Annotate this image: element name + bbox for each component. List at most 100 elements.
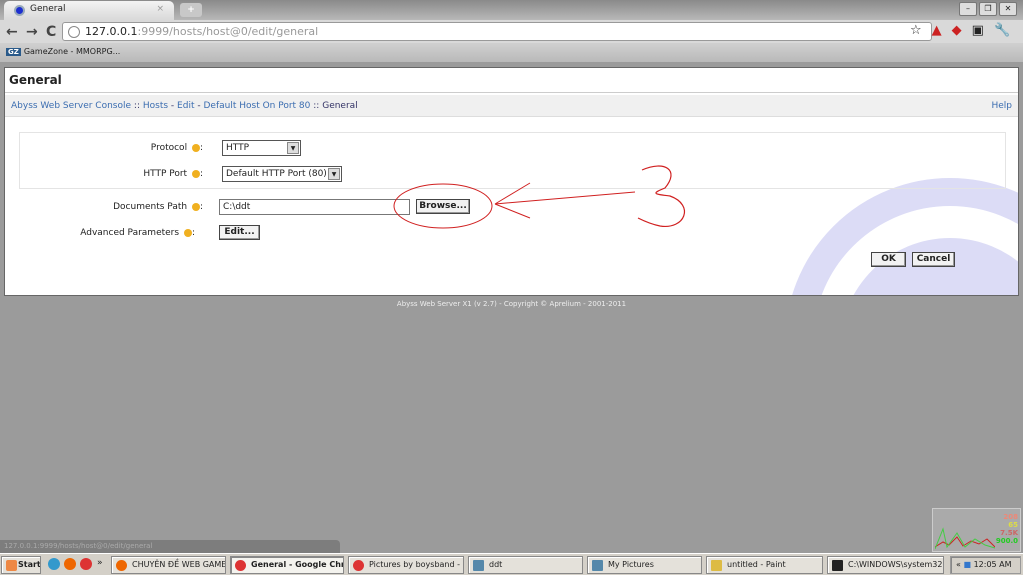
meter-value: 900.0 (995, 537, 1018, 545)
browser-tab[interactable]: General × (4, 1, 174, 20)
extension-icons: ☆ ▲ ◆ ▣ 🔧 (910, 23, 1010, 38)
taskbar-item[interactable]: C:\WINDOWS\system32... (827, 556, 944, 574)
back-icon[interactable]: ← (6, 24, 18, 40)
tab-title: General (30, 4, 66, 14)
label-text: HTTP Port (143, 169, 188, 179)
breadcrumb-current: General (322, 101, 358, 111)
colon: : (199, 169, 203, 179)
annotation-number-3 (637, 165, 685, 227)
protocol-label: Protocol : (13, 143, 203, 153)
meter-graph (935, 527, 995, 550)
gamezone-icon: GZ (6, 48, 21, 56)
advanced-edit-button[interactable]: Edit... (219, 225, 260, 240)
taskbar-item-label: My Pictures (608, 560, 654, 569)
label-text: Protocol (150, 143, 188, 153)
firefox-icon[interactable] (64, 558, 76, 570)
taskbar-item-label: untitled - Paint (727, 560, 786, 569)
annotation-arrow (494, 182, 636, 219)
cancel-button[interactable]: Cancel (912, 252, 955, 267)
forward-icon[interactable]: → (26, 24, 38, 40)
close-tab-icon[interactable]: × (156, 4, 164, 14)
clock[interactable]: 12:05 AM (974, 560, 1012, 569)
taskbar-item[interactable]: My Pictures (587, 556, 702, 574)
extension-icon[interactable]: ◆ (952, 23, 962, 38)
taskbar-item[interactable]: Pictures by boysband - ... (348, 556, 464, 574)
address-bar[interactable]: 127.0.0.1:9999/hosts/host@0/edit/general (62, 22, 932, 41)
help-icon[interactable] (191, 202, 200, 211)
help-icon[interactable] (191, 143, 200, 152)
chevron-down-icon: ▼ (287, 142, 299, 154)
meter-value: 7.5K (1000, 529, 1018, 537)
taskbar-item-label: Pictures by boysband - ... (369, 560, 464, 569)
chevron-down-icon: ▼ (328, 168, 340, 180)
bookmark-label: GameZone - MMORPG... (23, 47, 121, 56)
extension-icon[interactable]: ▲ (932, 23, 942, 38)
ok-button[interactable]: OK (871, 252, 906, 267)
select-value: Default HTTP Port (80) (226, 169, 327, 179)
network-icon[interactable]: ■ (963, 560, 971, 569)
star-icon[interactable]: ☆ (910, 23, 922, 38)
quicklaunch-chevron[interactable]: » (97, 558, 103, 568)
colon: : (199, 143, 203, 153)
colon: : (191, 228, 195, 238)
breadcrumb-sep: :: (133, 101, 140, 111)
start-label: Start (18, 560, 41, 569)
tab-bar: General × + – ❐ ✕ (0, 0, 1023, 20)
footer-copyright: Abyss Web Server X1 (v 2.7) - Copyright … (396, 300, 627, 308)
page-info-icon (68, 26, 80, 38)
wrench-icon[interactable]: 🔧 (994, 23, 1010, 38)
paint-icon (711, 560, 722, 571)
cmd-icon (832, 560, 843, 571)
breadcrumb-sep: :: (313, 101, 320, 111)
taskbar-item[interactable]: ddt (468, 556, 583, 574)
folder-icon (592, 560, 603, 571)
breadcrumb-sep: - (197, 101, 201, 111)
red-annotation (393, 165, 685, 229)
breadcrumb-edit[interactable]: Edit (177, 101, 194, 111)
url-path: :9999/hosts/host@0/edit/general (137, 25, 319, 38)
favicon-icon (14, 5, 25, 16)
label-text: Advanced Parameters (80, 228, 180, 238)
taskbar-item-label: CHUYÊN ĐỀ WEB GAME... (132, 560, 226, 569)
browser-toolbar: ← → C 127.0.0.1:9999/hosts/host@0/edit/g… (0, 20, 1023, 43)
bookmarks-bar: GZ GameZone - MMORPG... (0, 43, 1023, 62)
reload-icon[interactable]: C (46, 24, 56, 40)
breadcrumb-sep: - (170, 101, 175, 111)
taskbar-item-active[interactable]: General - Google Chr... (230, 556, 344, 574)
taskbar-item[interactable]: CHUYÊN ĐỀ WEB GAME... (111, 556, 226, 574)
start-button[interactable]: Start (1, 556, 41, 574)
extension-icon[interactable]: ▣ (972, 23, 984, 38)
bookmark-gamezone[interactable]: GZ GameZone - MMORPG... (6, 47, 120, 56)
page-title: General (5, 68, 1018, 93)
breadcrumb-hosts[interactable]: Hosts (143, 101, 168, 111)
folder-icon (473, 560, 484, 571)
url-host: 127.0.0.1 (85, 25, 138, 38)
ie-icon[interactable] (48, 558, 60, 570)
new-tab-button[interactable]: + (180, 3, 202, 17)
firefox-icon (116, 560, 127, 571)
help-icon[interactable] (191, 169, 200, 178)
protocol-select[interactable]: HTTP ▼ (222, 140, 301, 156)
windows-logo-icon (6, 560, 17, 571)
window-controls: – ❐ ✕ (959, 2, 1017, 16)
taskbar-item[interactable]: untitled - Paint (706, 556, 823, 574)
chrome-icon[interactable] (80, 558, 92, 570)
help-link[interactable]: Help (991, 101, 1012, 111)
meter-value: 208 (1003, 513, 1018, 521)
port-select[interactable]: Default HTTP Port (80) ▼ (222, 166, 342, 182)
breadcrumb-host[interactable]: Default Host On Port 80 (203, 101, 310, 111)
network-meter-widget: 208 65 7.5K 900.0 (932, 508, 1021, 552)
chrome-icon (353, 560, 364, 571)
breadcrumb: Abyss Web Server Console :: Hosts - Edit… (5, 95, 1018, 117)
taskbar-item-label: C:\WINDOWS\system32... (848, 560, 944, 569)
close-window-icon[interactable]: ✕ (999, 2, 1017, 16)
breadcrumb-console[interactable]: Abyss Web Server Console (11, 101, 131, 111)
help-icon[interactable] (183, 228, 192, 237)
taskbar-item-label: ddt (489, 560, 503, 569)
system-tray: « ■ 12:05 AM (950, 556, 1021, 574)
colon: : (199, 202, 203, 212)
restore-icon[interactable]: ❐ (979, 2, 997, 16)
tray-expand-icon[interactable]: « (956, 560, 961, 569)
minimize-icon[interactable]: – (959, 2, 977, 16)
taskbar-item-label: General - Google Chr... (251, 560, 344, 569)
